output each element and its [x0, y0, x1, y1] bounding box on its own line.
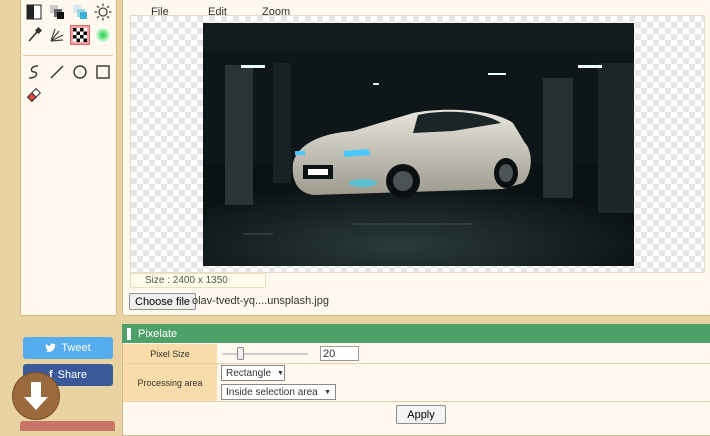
tweet-button[interactable]: Tweet — [23, 337, 113, 359]
processing-area-label: Processing area — [123, 364, 217, 401]
twitter-icon — [45, 343, 56, 352]
blur-icon[interactable] — [47, 25, 67, 45]
choose-file-button[interactable]: Choose file — [129, 293, 197, 310]
pixel-size-input[interactable]: 20 — [320, 346, 359, 361]
pixelate-header: Pixelate — [122, 324, 710, 343]
row-divider — [123, 401, 710, 402]
tool-divider — [23, 55, 113, 56]
apply-button[interactable]: Apply — [396, 405, 446, 424]
rectangle-icon[interactable] — [93, 62, 113, 82]
spotlight-icon[interactable] — [93, 25, 113, 45]
grayscale-icon[interactable] — [47, 2, 67, 22]
down-arrow-icon — [24, 382, 48, 410]
eyedropper-icon[interactable] — [24, 25, 44, 45]
partial-button[interactable] — [20, 421, 115, 431]
pixelate-title: Pixelate — [138, 327, 178, 340]
pixelate-icon[interactable] — [70, 25, 90, 45]
shape-select-value: Rectangle — [226, 367, 272, 379]
eraser-icon[interactable] — [24, 85, 44, 105]
freehand-icon[interactable] — [24, 62, 44, 82]
color-balance-icon[interactable] — [70, 2, 90, 22]
header-marker — [127, 327, 131, 340]
line-icon[interactable] — [47, 62, 67, 82]
pixel-size-label: Pixel Size — [123, 344, 217, 363]
image-size-label: Size : 2400 x 1350 — [130, 273, 266, 288]
filename-text: olav-tvedt-yq....unsplash.jpg — [192, 295, 329, 307]
circle-icon[interactable] — [70, 62, 90, 82]
pixel-size-slider-track[interactable] — [222, 353, 308, 355]
shape-select[interactable]: Rectangle ▼ — [221, 365, 285, 381]
photo-canvas[interactable] — [203, 23, 634, 266]
share-label: Share — [57, 369, 88, 381]
pixel-size-slider-thumb[interactable] — [237, 347, 244, 360]
download-button[interactable] — [12, 372, 60, 420]
brightness-icon[interactable] — [93, 2, 113, 22]
area-select[interactable]: Inside selection area ▼ — [221, 384, 336, 400]
dropdown-arrow-icon: ▼ — [324, 388, 331, 396]
contrast-icon[interactable] — [24, 2, 44, 22]
tool-palette — [20, 0, 117, 316]
area-select-value: Inside selection area — [226, 386, 318, 398]
tweet-label: Tweet — [61, 342, 91, 354]
dropdown-arrow-icon: ▼ — [277, 369, 284, 377]
